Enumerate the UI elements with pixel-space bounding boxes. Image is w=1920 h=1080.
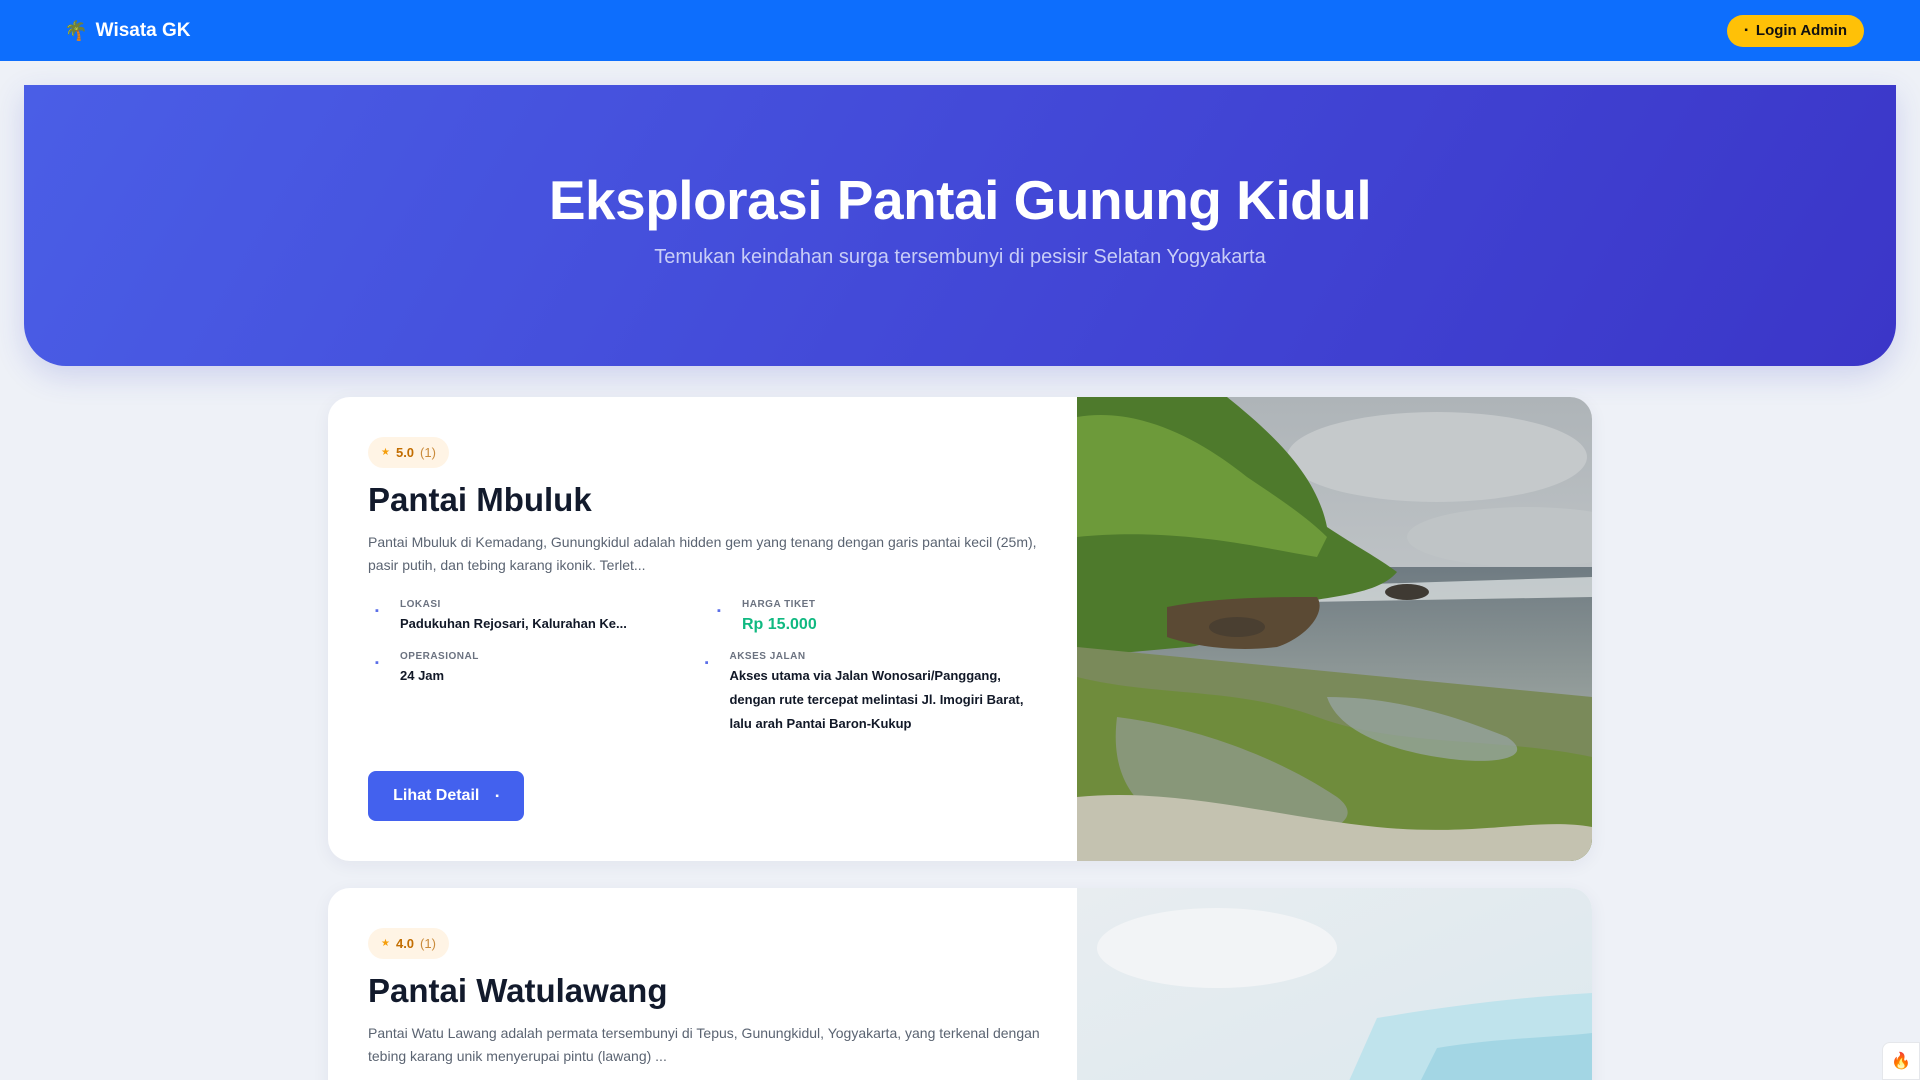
hours-label: OPERASIONAL: [400, 651, 479, 662]
beach-name: Pantai Watulawang: [368, 972, 668, 1009]
beach-photo: [1077, 888, 1592, 1080]
hero-subtitle: Temukan keindahan surga tersembunyi di p…: [654, 246, 1266, 268]
rating-value: 4.0: [395, 936, 415, 951]
fire-icon[interactable]: 🔥: [1882, 1042, 1920, 1080]
rating-badge: ★ 4.0 (1): [368, 928, 449, 959]
brand-name: Wisata GK: [95, 19, 191, 41]
access-value: Akses utama via Jalan Wonosari/Panggang,…: [729, 668, 1024, 731]
rating-count: (1): [420, 445, 436, 460]
rating-count: (1): [420, 936, 436, 951]
beach-photo-illustration: [1077, 397, 1592, 861]
brand-link[interactable]: 🌴 Wisata GK: [64, 19, 191, 43]
access-label: AKSES JALAN: [729, 651, 806, 662]
info-hours: ▪ OPERASIONAL 24 Jam: [368, 651, 710, 736]
ticket-icon: ▪: [717, 605, 721, 617]
location-value: Padukuhan Rejosari, Kalurahan Ke...: [400, 616, 627, 631]
card-content: ★ 4.0 (1) Pantai Watulawang Pantai Watu …: [328, 888, 1077, 1080]
login-icon: ▪: [1744, 25, 1748, 36]
road-icon: ▪: [704, 657, 709, 669]
hours-value: 24 Jam: [400, 668, 445, 683]
view-detail-button[interactable]: Lihat Detail ▪: [368, 771, 524, 821]
navbar: 🌴 Wisata GK ▪ Login Admin: [0, 0, 1920, 61]
hero-title: Eksplorasi Pantai Gunung Kidul: [548, 169, 1372, 231]
beach-photo: [1077, 397, 1592, 861]
palm-tree-icon: 🌴: [64, 20, 88, 42]
beach-name: Pantai Mbuluk: [368, 481, 592, 518]
price-value: Rp 15.000: [742, 616, 817, 633]
card-content: ★ 5.0 (1) Pantai Mbuluk Pantai Mbuluk di…: [328, 397, 1077, 861]
beach-card: ★ 5.0 (1) Pantai Mbuluk Pantai Mbuluk di…: [328, 397, 1592, 861]
clock-icon: ▪: [375, 657, 379, 669]
beach-card: ★ 4.0 (1) Pantai Watulawang Pantai Watu …: [328, 888, 1592, 1080]
beach-photo-illustration: [1077, 888, 1592, 1080]
price-label: HARGA TIKET: [742, 599, 816, 610]
info-price: ▪ HARGA TIKET Rp 15.000: [710, 599, 1040, 637]
beach-description: Pantai Mbuluk di Kemadang, Gunungkidul a…: [368, 534, 1037, 573]
info-grid: ▪ LOKASI Padukuhan Rejosari, Kalurahan K…: [368, 599, 1037, 736]
login-label: Login Admin: [1755, 22, 1847, 39]
view-detail-label: Lihat Detail: [393, 787, 480, 804]
info-location: ▪ LOKASI Padukuhan Rejosari, Kalurahan K…: [368, 599, 710, 637]
arrow-right-icon: ▪: [495, 790, 499, 802]
login-admin-button[interactable]: ▪ Login Admin: [1727, 14, 1864, 47]
location-label: LOKASI: [400, 599, 441, 610]
map-pin-icon: ▪: [375, 605, 379, 617]
hero-banner: Eksplorasi Pantai Gunung Kidul Temukan k…: [24, 85, 1896, 366]
star-icon: ★: [381, 447, 390, 458]
info-access: ▪ AKSES JALAN Akses utama via Jalan Wono…: [698, 651, 1040, 736]
star-icon: ★: [381, 938, 390, 949]
rating-badge: ★ 5.0 (1): [368, 437, 449, 468]
beach-description: Pantai Watu Lawang adalah permata tersem…: [368, 1025, 1040, 1064]
rating-value: 5.0: [395, 445, 415, 460]
